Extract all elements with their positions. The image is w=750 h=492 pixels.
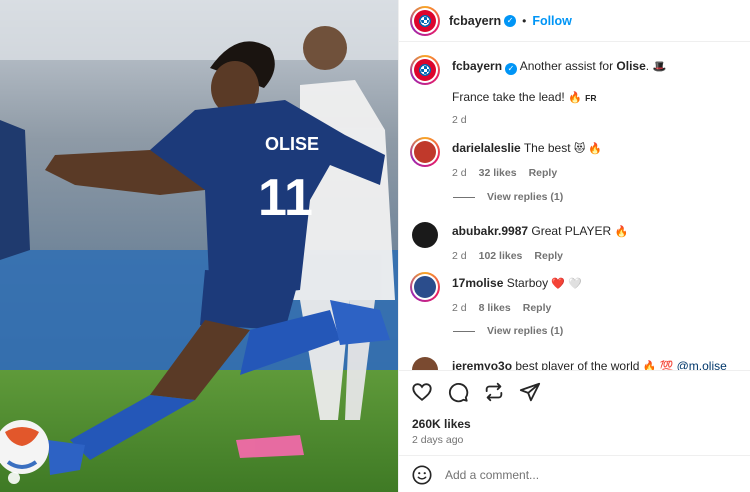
comments-list[interactable]: fcbayern ✓ Another assist for Olise. 🎩 Fr… [399,42,750,370]
replies-line [453,330,475,332]
comment-emoji: ❤️ 🤍 [551,278,582,290]
view-replies-button[interactable]: View replies (1) [453,191,563,203]
comment-item: abubakr.9987 Great PLAYER 🔥 2 d 102 like… [410,220,742,264]
commenter-photo [414,276,436,298]
post-header: fcbayern ✓ • Follow [399,0,750,42]
comment-item: darielaleslie The best 😻 🔥 2 d 32 likes … [410,137,742,181]
add-comment-bar [399,455,750,492]
repost-icon[interactable] [483,381,505,403]
comment-username[interactable]: 17molise [452,276,503,290]
comment-likes[interactable]: 102 likes [479,248,523,264]
caption-username[interactable]: fcbayern [452,59,502,73]
comment-emoji: 🔥 💯 [642,361,674,370]
photo-scene: OLISE 11 [0,0,398,492]
reply-button[interactable]: Reply [534,248,563,264]
comment-item: jeremyo3o best player of the world 🔥 💯 @… [410,355,742,370]
comment-text: The best [523,141,571,155]
separator-dot: • [522,13,527,28]
commenter-avatar[interactable] [410,220,440,250]
comment-icon[interactable] [447,381,469,403]
top-hat-emoji: 🎩 [652,61,667,73]
comment-username[interactable]: abubakr.9987 [452,224,528,238]
bayern-logo-icon [414,59,436,81]
commenter-avatar[interactable] [410,137,440,167]
caption: fcbayern ✓ Another assist for Olise. 🎩 Fr… [410,55,742,128]
commenter-avatar[interactable] [410,272,440,302]
reply-button[interactable]: Reply [523,300,552,316]
post-photo[interactable]: OLISE 11 [0,0,398,492]
view-replies-label: View replies (1) [487,191,564,203]
bayern-logo-icon [414,9,436,32]
emoji-icon[interactable] [411,464,433,486]
comment-likes[interactable]: 32 likes [479,165,517,181]
comment-username[interactable]: darielaleslie [452,141,521,155]
caption-bold: Olise [616,59,646,73]
author-username[interactable]: fcbayern [449,14,501,28]
heart-icon[interactable] [411,381,433,403]
comment-time[interactable]: 2 d [452,165,467,181]
caption-text: Another assist for [519,59,614,73]
jersey-name: OLISE [265,134,319,154]
caption-avatar[interactable] [410,55,440,85]
reply-button[interactable]: Reply [529,165,558,181]
commenter-avatar[interactable] [410,355,440,370]
comment-time[interactable]: 2 d [452,248,467,264]
follow-button[interactable]: Follow [532,14,572,28]
commenter-photo [414,141,436,163]
france-flag: FR [585,93,597,103]
comment-text: Starboy [506,276,549,290]
comment-input[interactable] [445,467,725,482]
comment-item: 17molise Starboy ❤️ 🤍 2 d 8 likes Reply [410,272,742,316]
verified-icon: ✓ [504,14,517,27]
comment-text: Great PLAYER [531,224,612,238]
post-time[interactable]: 2 days ago [412,434,463,446]
post-actions: 260K likes 2 days ago [399,370,750,492]
comment-likes[interactable]: 8 likes [479,300,511,316]
view-replies-label: View replies (1) [487,325,564,337]
comment-mention[interactable]: @m.olise [677,359,727,370]
commenter-photo [412,222,438,248]
commenter-photo [412,357,438,370]
comment-emoji: 🔥 [614,226,629,238]
comment-time[interactable]: 2 d [452,300,467,316]
view-replies-button[interactable]: View replies (1) [453,325,563,337]
verified-icon: ✓ [505,63,518,75]
user-tag-icon[interactable] [8,472,20,484]
comment-username[interactable]: jeremyo3o [452,359,512,370]
likes-count[interactable]: 260K likes [412,417,471,431]
share-icon[interactable] [519,381,541,403]
post-panel: fcbayern ✓ • Follow fcbayern ✓ Another as… [398,0,750,492]
caption-time[interactable]: 2 d [452,112,467,128]
jersey-number: 11 [258,169,313,227]
replies-line [453,196,475,198]
author-avatar[interactable] [410,5,440,36]
comment-emoji: 😻 🔥 [573,143,603,155]
caption-line2: France take the lead! [452,90,565,104]
comment-text: best player of the world [515,359,640,370]
fire-emoji: 🔥 [568,92,582,104]
